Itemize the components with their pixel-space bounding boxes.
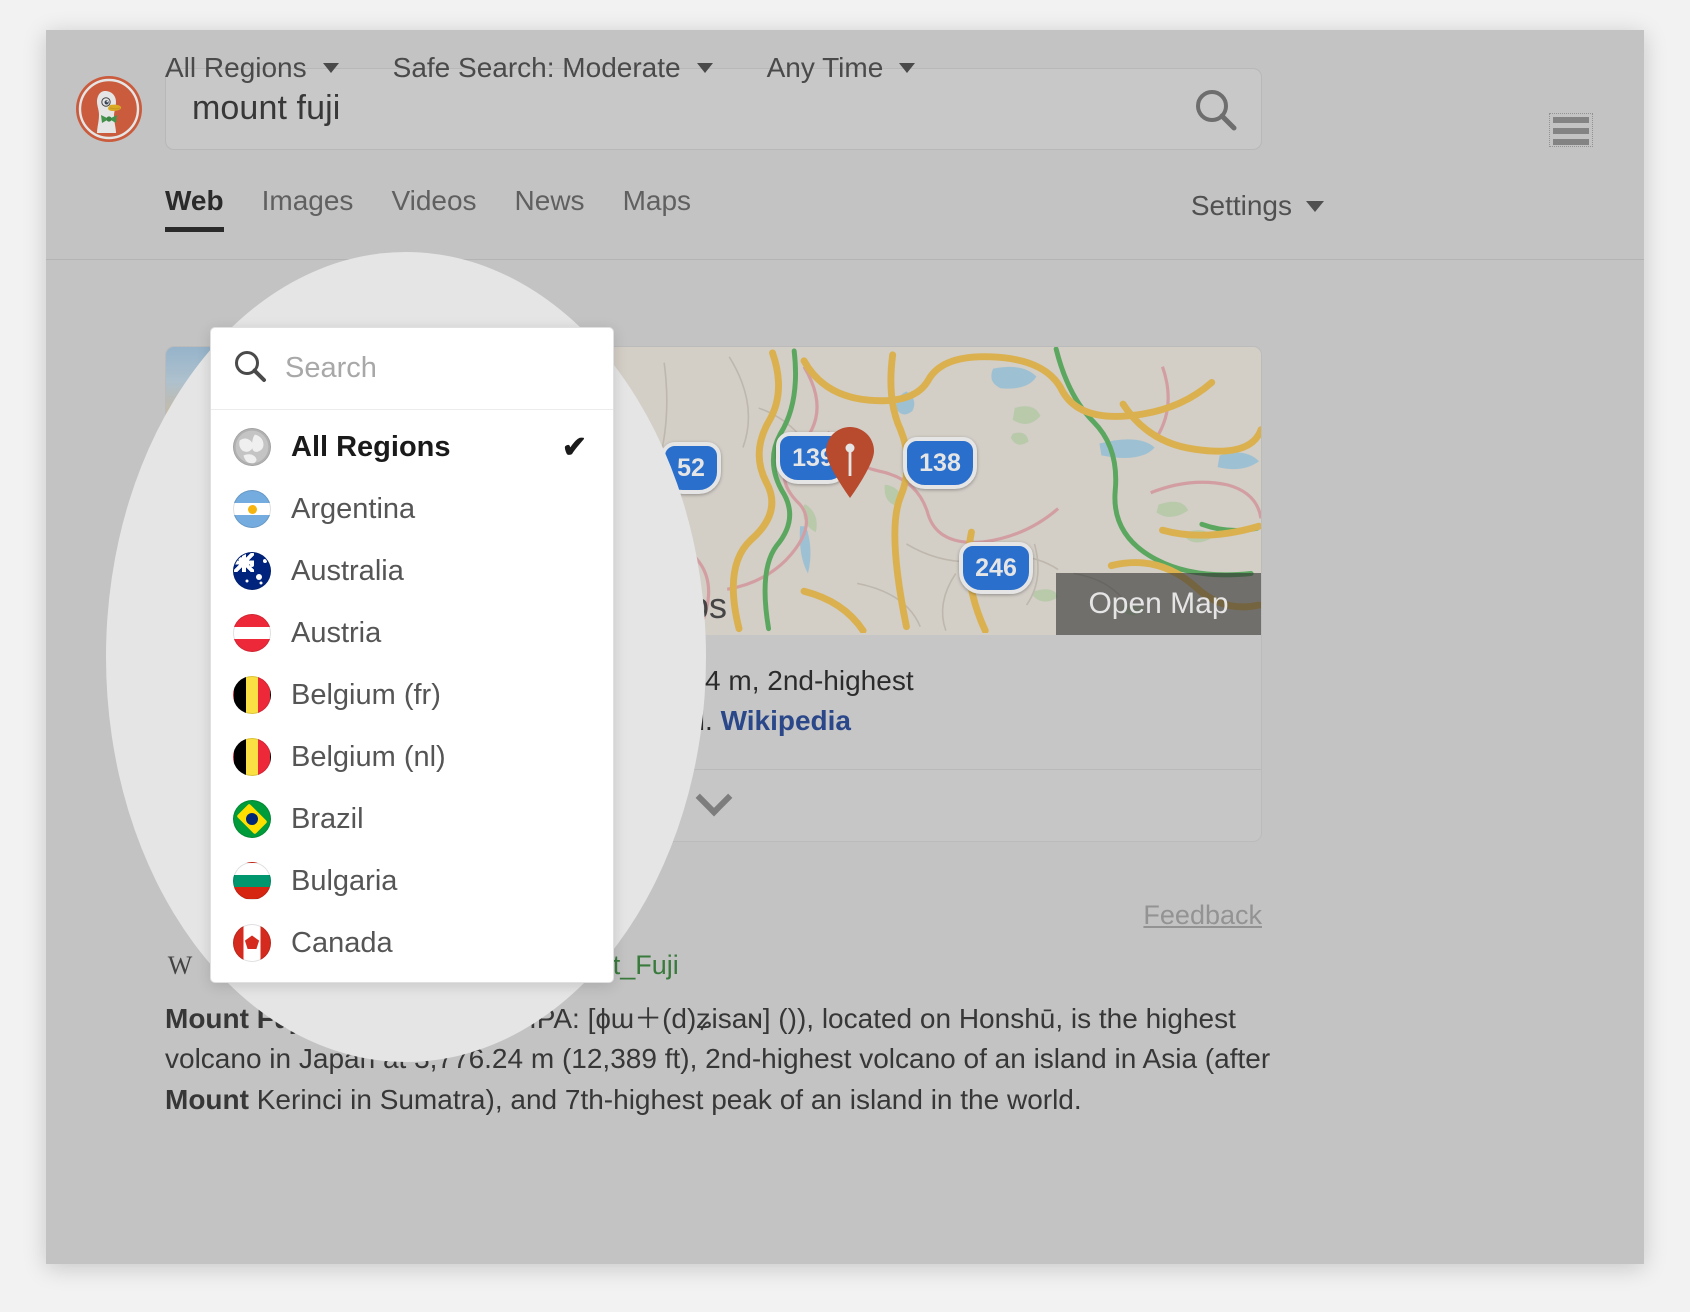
open-map-button[interactable]: Open Map [1056,573,1261,635]
region-item-label: All Regions [291,430,451,463]
header-divider [46,259,1644,260]
flag-belgium-icon [233,738,271,776]
search-icon [233,349,267,388]
chevron-down-icon [695,779,732,817]
duckduckgo-logo-icon[interactable] [75,75,143,143]
region-search-row[interactable] [211,328,613,410]
filter-time-label: Any Time [766,52,884,83]
region-search-input[interactable] [285,352,591,385]
region-item-label: Australia [291,554,404,587]
search-input[interactable]: mount fuji [192,89,340,128]
region-item-label: Canada [291,926,393,959]
region-item-australia[interactable]: Australia [211,540,613,602]
chevron-down-icon [322,63,339,73]
region-dropdown-menu: All Regions ✔ Argentina Australia Austri… [210,327,614,983]
filter-time[interactable]: Any Time [767,52,916,84]
region-item-brazil[interactable]: Brazil [211,788,613,850]
filter-all-regions[interactable]: All Regions [165,52,339,84]
region-item-label: Brazil [291,802,364,835]
tab-maps[interactable]: Maps [623,185,691,232]
region-item-belgium-fr[interactable]: Belgium (fr) [211,664,613,726]
flag-bulgaria-icon [233,862,271,900]
region-item-all-regions[interactable]: All Regions ✔ [211,416,613,478]
settings-label: Settings [1190,190,1292,221]
highway-shield-246: 246 [959,542,1033,594]
wikipedia-source-link[interactable]: Wikipedia [721,705,851,736]
globe-icon [233,428,271,466]
region-item-austria[interactable]: Austria [211,602,613,664]
flag-argentina-icon [233,490,271,528]
browser-page: mount fuji Web Images Videos News Maps S… [46,30,1644,1264]
region-item-label: Belgium (fr) [291,678,441,711]
region-item-label: Belgium (nl) [291,740,446,773]
region-item-label: Bulgaria [291,864,398,897]
region-item-label: Argentina [291,492,416,525]
filter-safe-search[interactable]: Safe Search: Moderate [393,52,713,84]
region-item-belgium-nl[interactable]: Belgium (nl) [211,726,613,788]
wikipedia-favicon-icon: W [167,950,193,980]
check-icon: ✔ [561,430,587,464]
chevron-down-icon [1306,200,1324,212]
search-vertical-tabs: Web Images Videos News Maps [165,185,691,260]
tab-web[interactable]: Web [165,185,224,232]
settings-button[interactable]: Settings [1191,190,1324,222]
hamburger-menu-icon[interactable] [1549,113,1593,147]
snippet-line3: Kerinci in Sumatra), and 7th-highest pea… [256,1083,1082,1115]
region-list: All Regions ✔ Argentina Australia Austri… [211,410,613,982]
map-pin-icon [823,425,877,499]
search-icon[interactable] [1193,87,1239,133]
region-item-canada[interactable]: Canada [211,912,613,974]
tab-videos[interactable]: Videos [391,185,476,232]
region-item-label: Austria [291,616,382,649]
chevron-down-icon [899,63,916,73]
feedback-link[interactable]: Feedback [1143,900,1262,930]
filter-safe-search-label: Safe Search: Moderate [392,52,681,83]
tab-news[interactable]: News [515,185,585,232]
region-item-bulgaria[interactable]: Bulgaria [211,850,613,912]
filter-all-regions-label: All Regions [165,52,307,83]
flag-australia-icon [233,552,271,590]
chevron-down-icon [696,63,713,73]
flag-belgium-icon [233,676,271,714]
flag-brazil-icon [233,800,271,838]
tab-images[interactable]: Images [262,185,354,232]
map-preview[interactable]: 52 139 138 246 Open Map [611,347,1261,635]
flag-austria-icon [233,614,271,652]
search-filters: All Regions Safe Search: Moderate Any Ti… [165,52,969,84]
snippet-bold-mid: Mount [165,1083,249,1115]
region-item-argentina[interactable]: Argentina [211,478,613,540]
highway-shield-138: 138 [903,437,977,489]
flag-canada-icon [233,924,271,962]
